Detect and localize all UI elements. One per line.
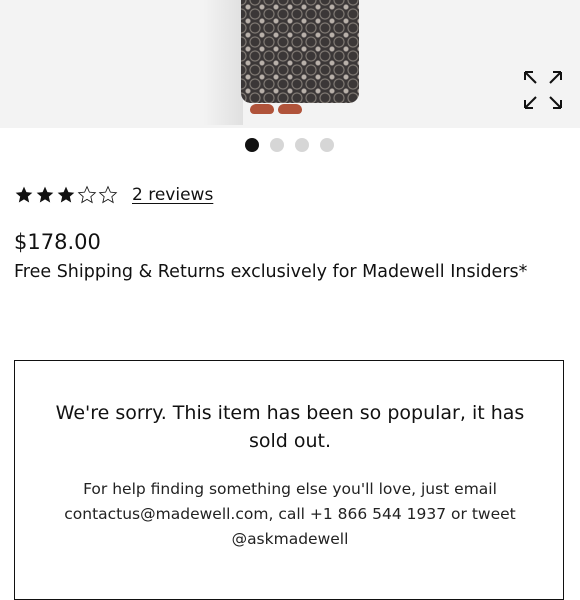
star-filled-icon [36, 186, 54, 203]
pagination-dot-2[interactable] [270, 138, 284, 152]
pagination-dot-4[interactable] [320, 138, 334, 152]
star-rating [14, 185, 118, 205]
rating-row: 2 reviews [14, 185, 213, 205]
product-price: $178.00 [14, 230, 101, 254]
sold-out-notice: We're sorry. This item has been so popul… [14, 360, 564, 600]
left-sandal [250, 104, 274, 114]
reviews-link[interactable]: 2 reviews [132, 185, 213, 205]
star-empty-icon [98, 185, 118, 204]
image-pagination-dots [245, 138, 334, 152]
star-filled-icon [57, 186, 75, 203]
pagination-dot-3[interactable] [295, 138, 309, 152]
star-empty-icon [77, 185, 97, 204]
sandals-photo [250, 102, 310, 118]
skirt-photo [241, 0, 359, 103]
sold-out-title: We're sorry. This item has been so popul… [55, 402, 525, 452]
shipping-message: Free Shipping & Returns exclusively for … [14, 262, 528, 282]
right-sandal [278, 104, 302, 114]
star-filled-icon [15, 186, 33, 203]
pagination-dot-1[interactable] [245, 138, 259, 152]
product-image[interactable] [0, 0, 580, 128]
expand-arrows-icon[interactable] [522, 69, 564, 111]
image-shadow [203, 0, 243, 125]
sold-out-help-text: For help finding something else you'll l… [64, 480, 516, 548]
